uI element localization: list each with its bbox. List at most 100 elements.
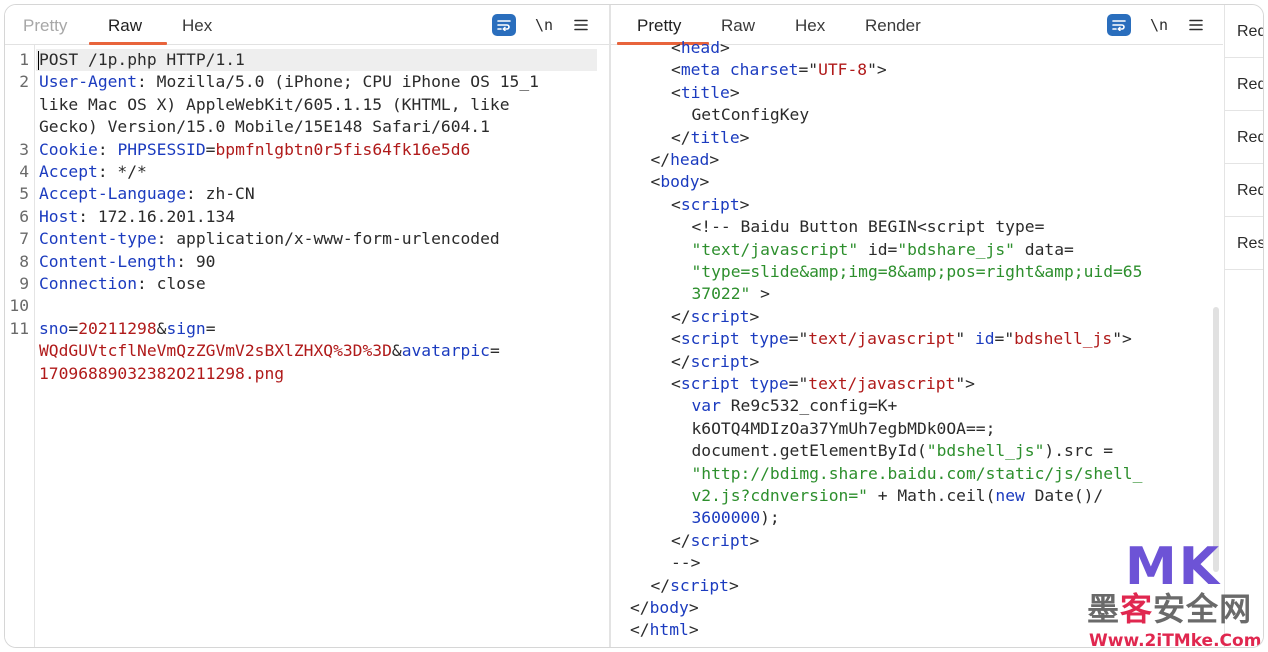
code-token: : 90 <box>176 251 216 271</box>
code-token: data= <box>1015 239 1074 259</box>
word-wrap-button[interactable] <box>1107 14 1131 36</box>
code-token: </ <box>630 598 650 617</box>
text-caret <box>38 51 39 70</box>
code-token: > <box>749 530 760 550</box>
code-token: & <box>156 318 167 338</box>
code-token: > <box>739 127 750 147</box>
response-tab-raw[interactable]: Raw <box>721 16 755 36</box>
code-line: document.getElementById("bdshell_js").sr… <box>692 440 1114 462</box>
code-line: </head> <box>651 149 720 171</box>
code-line: Host: 172.16.201.134 <box>39 206 235 228</box>
code-token: avatarpic <box>401 341 490 361</box>
code-token: < <box>671 60 681 80</box>
code-token: </ <box>650 150 671 169</box>
code-token: > <box>729 82 740 102</box>
code-token: html <box>649 620 689 640</box>
hamburger-icon <box>1189 19 1203 31</box>
watermark-mk: MK <box>1125 537 1222 597</box>
line-number: 7 <box>19 229 29 249</box>
side-panel-item[interactable]: Req <box>1225 111 1263 164</box>
line-number: 9 <box>19 274 29 293</box>
code-token: > <box>749 351 760 371</box>
code-token: bpmfnlgbtn0r5fis64fk16e5d6 <box>215 139 471 159</box>
show-newlines-button[interactable]: \n <box>533 14 555 36</box>
watermark-char: 客 <box>1120 590 1154 628</box>
side-panel-item[interactable]: Req <box>1225 164 1263 217</box>
watermark-char: 安 <box>1153 590 1187 628</box>
code-token: = <box>205 139 216 159</box>
code-token: > <box>728 575 739 595</box>
hamburger-icon <box>574 19 588 31</box>
code-token: < <box>671 329 681 349</box>
request-tab-pretty[interactable]: Pretty <box>23 16 67 36</box>
code-token: "bdshare_js" <box>897 239 1015 259</box>
watermark-cn-text: 墨客安全网 <box>1087 591 1252 627</box>
code-token: > <box>749 306 760 326</box>
code-token: script <box>680 329 740 349</box>
code-line: </script> <box>671 530 759 552</box>
code-line: --> <box>671 552 700 574</box>
code-token: > <box>688 598 699 617</box>
side-panel-item[interactable]: Res <box>1225 217 1263 270</box>
code-token: type <box>749 374 789 393</box>
request-editor[interactable]: 1 2 3 4 5 6 7 8 9 10 11 POST /1p.php HTTP/1.1 User-… <box>5 45 609 647</box>
code-token: UTF-8 <box>818 60 868 80</box>
code-line: </script> <box>651 575 739 597</box>
code-token: 17096889032382O211298.png <box>39 363 285 383</box>
response-tab-hex[interactable]: Hex <box>795 16 825 36</box>
code-token: script <box>690 351 750 371</box>
request-tab-raw[interactable]: Raw <box>108 16 142 36</box>
request-tab-hex[interactable]: Hex <box>182 16 212 36</box>
code-token: + Math.ceil( <box>867 486 996 505</box>
response-menu-button[interactable] <box>1186 14 1206 36</box>
side-panel-item[interactable]: Req <box>1225 58 1263 111</box>
word-wrap-button[interactable] <box>492 14 516 36</box>
code-token: =" <box>798 60 819 80</box>
watermark-logo: MK 墨客安全网 Www.2iTMke.Com <box>1085 537 1263 648</box>
code-line: Connection: close <box>39 273 206 295</box>
code-line: GetConfigKey <box>692 104 810 126</box>
watermark-char: 全 <box>1186 590 1220 628</box>
code-token: sign <box>166 318 206 338</box>
code-token: script <box>670 575 729 595</box>
code-token: 37022" <box>691 284 751 304</box>
code-line: <meta charset="UTF-8"> <box>671 59 887 81</box>
code-token: script <box>690 306 750 326</box>
code-line: <script> <box>671 194 749 216</box>
code-token: < <box>671 82 681 102</box>
code-token: "http://bdimg.share.baidu.com/static/js/… <box>691 463 1143 483</box>
code-line: WQdGUVtcflNeVmQzZGVmV2sBXlZHXQ%3D%3D&ava… <box>39 340 500 362</box>
code-line: </script> <box>671 351 759 373</box>
code-token: script <box>690 530 750 550</box>
code-line: <title> <box>671 82 740 104</box>
code-token: GetConfigKey <box>691 105 810 125</box>
code-token: text/javascript <box>808 329 956 349</box>
show-newlines-button[interactable]: \n <box>1148 14 1170 36</box>
code-token: v2.js?cdnversion=" <box>691 486 868 505</box>
code-line: POST /1p.php HTTP/1.1 <box>39 49 245 71</box>
code-token: WQdGUVtcflNeVmQzZGVmV2sBXlZHXQ%3D%3D <box>39 341 392 361</box>
code-token: "> <box>1112 329 1132 349</box>
code-token: ).src = <box>1044 441 1114 461</box>
side-panel-item[interactable]: Req <box>1225 5 1263 58</box>
watermark-url: Www.2iTMke.Com <box>1089 631 1262 648</box>
code-line: <script type="text/javascript"> <box>671 373 975 395</box>
code-token: : Mozilla/5.0 (iPhone; CPU iPhone OS 15_… <box>137 72 539 92</box>
vertical-scrollbar[interactable] <box>1213 307 1219 572</box>
code-token: id <box>974 329 995 349</box>
response-tab-render[interactable]: Render <box>865 16 921 36</box>
code-token: --> <box>671 553 701 573</box>
request-menu-button[interactable] <box>571 14 591 36</box>
code-token: charset <box>729 60 799 80</box>
code-token: < <box>671 38 681 57</box>
code-token: =" <box>994 329 1015 349</box>
line-number: 10 <box>9 296 29 316</box>
code-token: k6OTQ4MDIzOa37YmUh7egbMDk0OA==; <box>691 418 996 438</box>
code-token: script <box>680 194 740 214</box>
code-token: text/javascript <box>808 374 956 393</box>
code-line: </script> <box>671 306 759 328</box>
code-token: Content-type <box>39 229 157 249</box>
code-token: > <box>699 172 710 192</box>
response-tab-pretty[interactable]: Pretty <box>637 16 681 36</box>
